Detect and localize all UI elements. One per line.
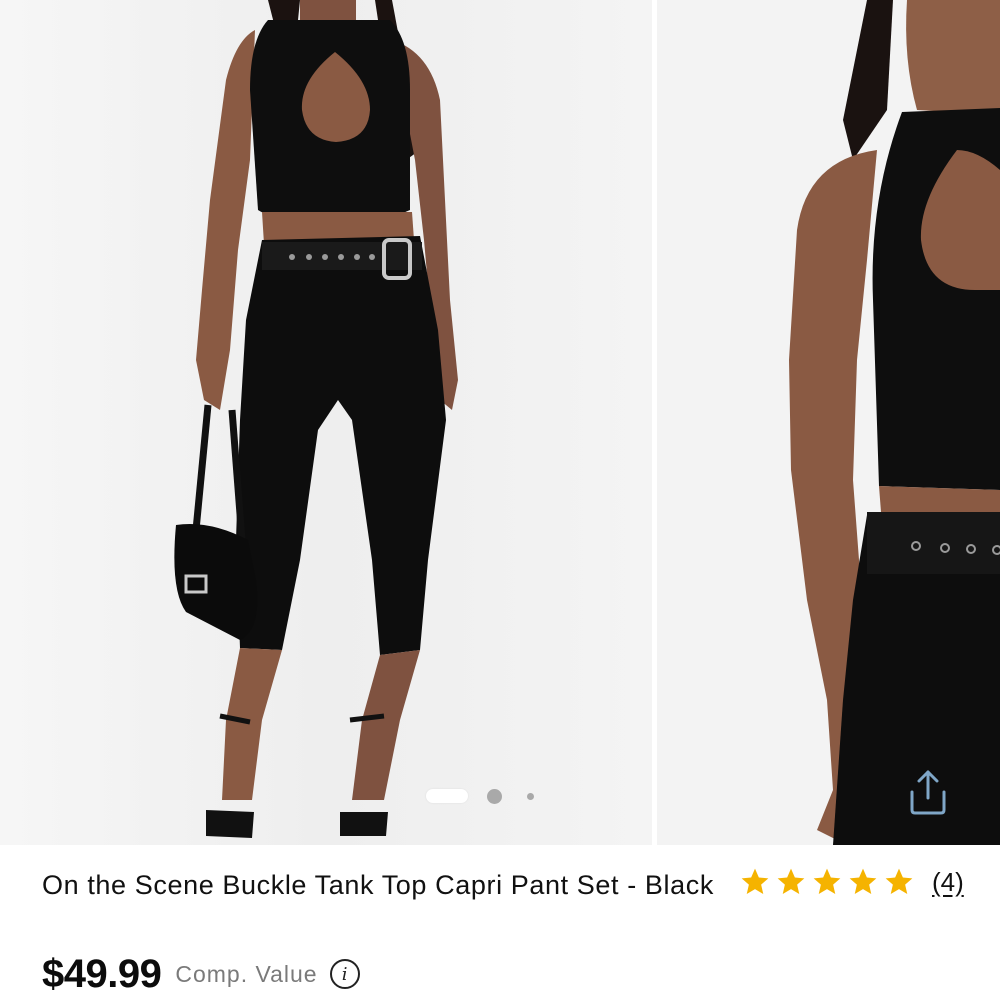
product-rating[interactable]: (4)	[738, 865, 964, 899]
product-photo-front[interactable]	[0, 0, 652, 845]
rating-stars	[738, 866, 916, 898]
model-closeup-figure	[657, 0, 1000, 845]
star-icon	[741, 868, 769, 894]
star-icon	[849, 868, 877, 894]
price-row: $49.99 Comp. Value i	[42, 952, 360, 996]
product-photo-closeup[interactable]	[657, 0, 1000, 845]
comp-value-label: Comp. Value	[175, 960, 318, 987]
share-icon	[910, 770, 946, 815]
pagination-dot[interactable]	[527, 793, 534, 800]
product-info: On the Scene Buckle Tank Top Capri Pant …	[0, 845, 1000, 1000]
share-button[interactable]	[898, 762, 958, 822]
model-full-figure	[0, 0, 652, 845]
product-title: On the Scene Buckle Tank Top Capri Pant …	[42, 870, 714, 900]
star-icon	[777, 868, 805, 894]
star-icon	[885, 868, 913, 894]
product-price: $49.99	[42, 951, 162, 996]
pagination-dot[interactable]	[487, 789, 502, 804]
gallery-pagination	[426, 787, 556, 805]
info-icon[interactable]: i	[329, 959, 360, 989]
pagination-dot-active[interactable]	[426, 789, 468, 803]
star-icon	[813, 868, 841, 894]
review-count-link[interactable]: (4)	[932, 867, 964, 898]
product-image-gallery[interactable]	[0, 0, 1000, 845]
